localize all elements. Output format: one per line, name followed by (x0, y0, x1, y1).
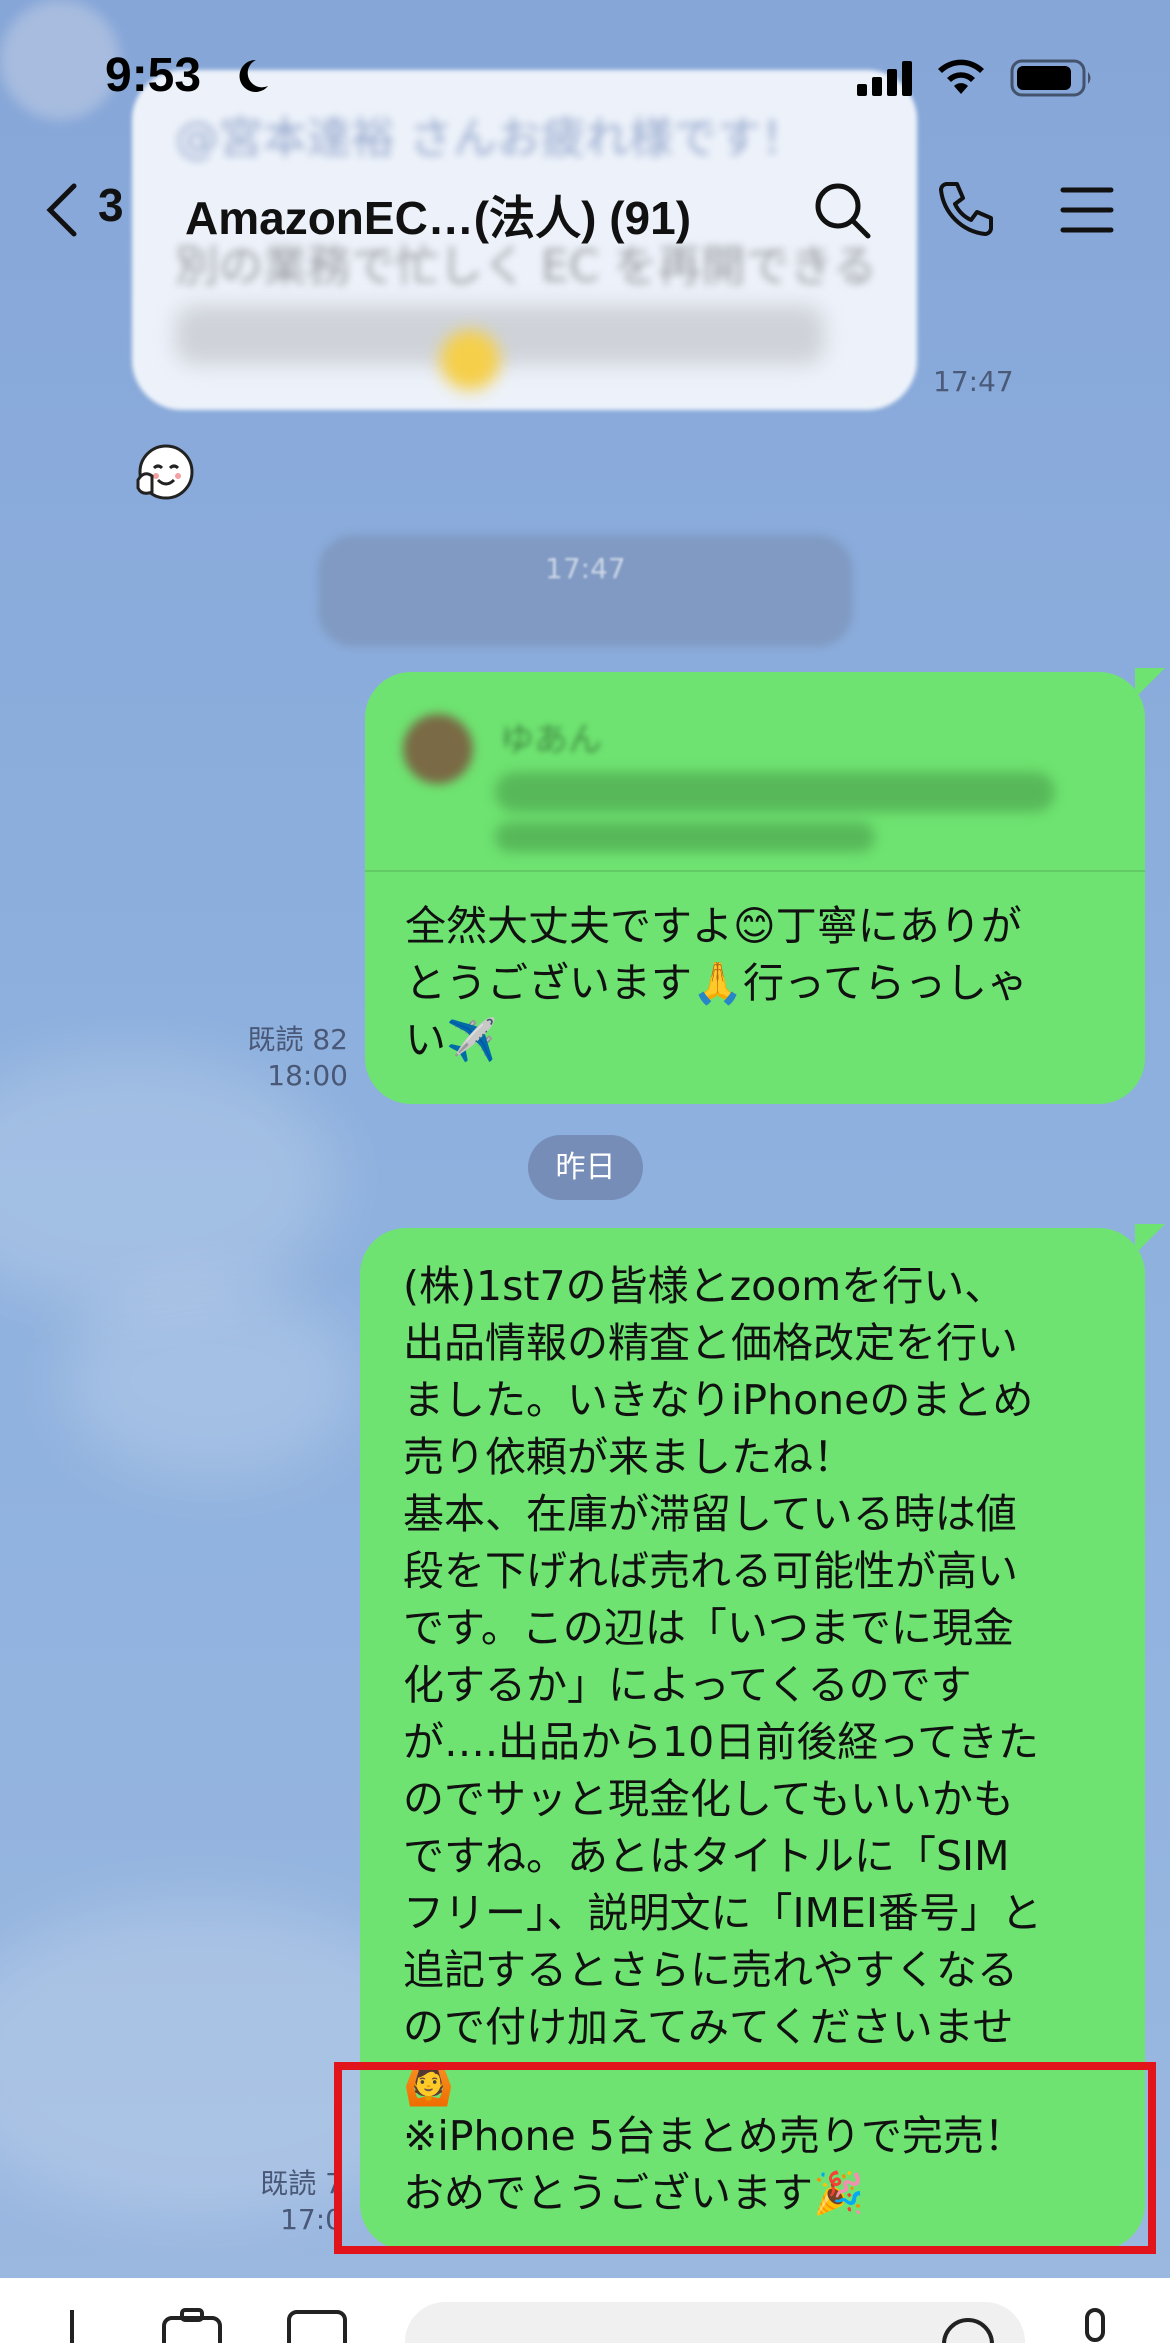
date-divider: 昨日 (528, 1135, 643, 1200)
quoted-text-blur (495, 822, 875, 852)
status-bar: 9:53 (0, 40, 1170, 120)
status-time: 9:53 (105, 49, 202, 102)
menu-icon[interactable] (1055, 178, 1119, 242)
plus-icon[interactable] (52, 2308, 92, 2343)
quoted-avatar (403, 714, 473, 784)
sent-message-bubble[interactable]: ゆあん 全然大丈夫ですよ😊丁寧にありが とうございます🙏行ってらっしゃ い✈️ (365, 672, 1145, 1104)
received-message-time: 17:47 (933, 365, 1014, 398)
read-count: 既読 82 (247, 1023, 348, 1056)
read-count: 既読 7 (260, 2167, 343, 2200)
chat-header: 3 AmazonEC…(法人) (91) (0, 160, 1170, 260)
camera-icon[interactable] (160, 2308, 224, 2343)
quoted-text-blur (495, 772, 1055, 812)
battery-icon (1010, 59, 1091, 97)
message-input-bar (0, 2278, 1170, 2343)
message-input[interactable] (405, 2302, 1025, 2343)
signal-icon (857, 61, 912, 96)
quoted-reply[interactable]: ゆあん (365, 672, 1145, 872)
quoted-name: ゆあん (500, 720, 602, 760)
unread-count[interactable]: 3 (98, 178, 124, 232)
reaction-emoji-icon[interactable] (132, 440, 196, 504)
wifi-icon (938, 59, 984, 94)
chat-screen: @宮本達裕 さんお疲れ様です！ 別の業務で忙しく EC を再開できる 17:47… (0, 0, 1170, 2343)
sent-message-text: 全然大丈夫ですよ😊丁寧にありが とうございます🙏行ってらっしゃ い✈️ (405, 902, 1028, 1064)
bubble-tail (1135, 668, 1165, 698)
back-chevron-icon[interactable] (42, 180, 82, 240)
read-receipt: 既読 7 17:0 (195, 2166, 343, 2238)
emoji-icon[interactable] (940, 2314, 996, 2343)
read-receipt: 既読 82 18:00 (200, 1022, 348, 1094)
sent-message-text: (株)1st7の皆様とzoomを行い、 出品情報の精査と価格改定を行い ました。… (403, 1262, 1042, 2108)
highlight-annotation-box (334, 2062, 1156, 2254)
chat-title[interactable]: AmazonEC…(法人) (91) (185, 182, 691, 248)
phone-icon[interactable] (933, 178, 997, 242)
bubble-tail (1135, 1224, 1165, 1254)
system-message-time: 17:47 (545, 552, 626, 585)
sent-time: 18:00 (267, 1059, 348, 1092)
moon-icon (239, 59, 268, 92)
mic-icon[interactable] (1075, 2308, 1115, 2343)
received-message-blurred-text (175, 305, 825, 365)
background-cloud (60, 1280, 360, 1480)
blurred-emoji (440, 330, 500, 390)
image-icon[interactable] (285, 2308, 349, 2343)
search-icon[interactable] (810, 178, 874, 242)
sent-time: 17:0 (280, 2203, 343, 2236)
